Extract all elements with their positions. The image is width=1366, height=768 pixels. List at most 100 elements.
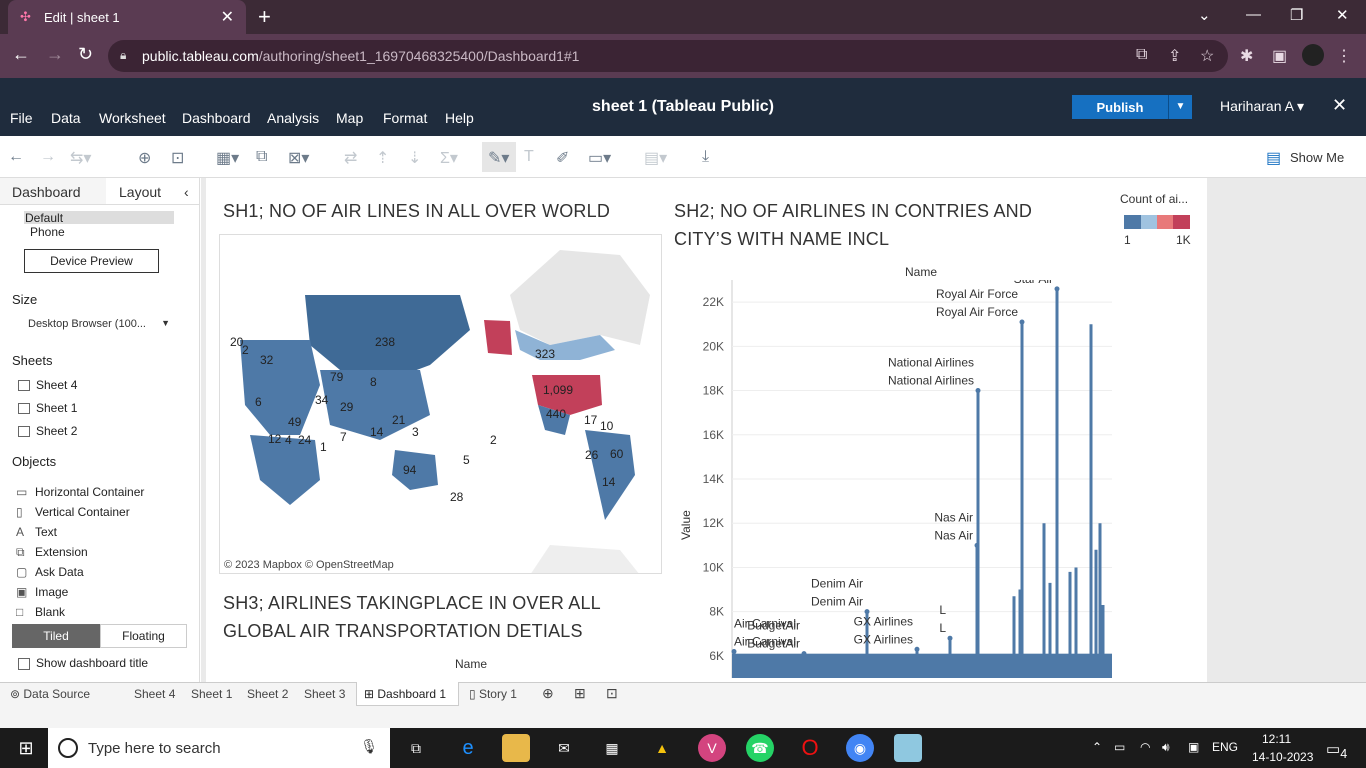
swap-icon[interactable]: ⇄ [344,148,357,168]
opera-icon[interactable]: O [796,734,824,762]
highlight-icon[interactable]: ✎▾ [488,148,509,168]
forward-icon[interactable]: → [46,44,64,65]
volume-icon[interactable]: 🔊︎ [1162,740,1170,755]
new-tab-icon[interactable]: + [258,4,271,30]
browser-tab[interactable]: ✣ Edit | sheet 1 ✕ [8,0,246,34]
whatsapp-icon[interactable]: ☎ [746,734,774,762]
tiled-button[interactable]: Tiled [12,624,100,648]
app-icon[interactable] [894,734,922,762]
object-image[interactable]: ▣ Image [16,585,68,599]
labels-icon[interactable]: T [524,148,534,166]
close-editor-icon[interactable]: ✕ [1332,95,1347,116]
mail-icon[interactable]: ✉ [550,734,578,762]
publish-button[interactable]: Publish ▼ [1072,95,1192,119]
totals-icon[interactable]: Σ▾ [440,148,458,168]
device-default[interactable]: Default [25,211,63,225]
chrome-icon[interactable]: ◉ [846,734,874,762]
tab-dashboard[interactable]: Dashboard [12,184,81,200]
fit-icon[interactable]: ▭▾ [588,148,611,168]
duplicate-sheet-icon[interactable]: ⧉ [256,148,267,166]
microphone-icon[interactable]: 🎙︎ [360,738,378,755]
language-indicator[interactable]: ENG [1212,740,1238,754]
floating-button[interactable]: Floating [100,624,187,648]
object-text[interactable]: A Text [16,525,57,539]
windows-start-icon[interactable]: ⊞ [12,734,40,762]
tab-sheet3[interactable]: Sheet 3 [304,687,345,701]
new-worksheet-icon[interactable]: ⊕ [542,685,554,702]
tab-search-icon[interactable]: ⌄ [1198,6,1211,24]
restore-icon[interactable]: ❐ [1290,6,1303,24]
new-data-source-icon[interactable]: ⊕ [138,148,151,168]
object-blank[interactable]: □ Blank [16,605,65,619]
download-icon[interactable]: ⤓ [702,148,709,166]
file-explorer-icon[interactable] [502,734,530,762]
store-icon[interactable]: ▦ [598,734,626,762]
edge-icon[interactable]: e [454,734,482,762]
object-vertical-container[interactable]: ▯ Vertical Container [16,505,130,519]
object-extension[interactable]: ⧉ Extension [16,545,88,560]
share-icon[interactable]: ⇪ [1168,46,1181,66]
tab-sheet2[interactable]: Sheet 2 [247,687,288,701]
bookmark-star-icon[interactable]: ☆ [1200,46,1214,66]
tray-expand-icon[interactable]: ⌃ [1092,740,1102,754]
device-preview-button[interactable]: Device Preview [24,249,159,273]
google-drive-icon[interactable]: ▲ [648,734,676,762]
reload-icon[interactable]: ↻ [78,44,93,65]
clear-sheet-icon[interactable]: ⊠▾ [288,148,309,168]
new-story-icon[interactable]: ⊡ [606,685,618,702]
collapse-pane-icon[interactable]: ‹ [184,184,189,200]
close-window-icon[interactable]: ✕ [1336,6,1349,24]
task-view-icon[interactable]: ⧉ [402,734,430,762]
menu-file[interactable]: File [10,110,33,126]
close-tab-icon[interactable]: ✕ [221,7,234,27]
world-map[interactable]: 238 323 1,099 440 94 60 79 28 21 17 10 14 20 2 32 6 49 34… [219,234,662,574]
object-horizontal-container[interactable]: ▭ Horizontal Container [16,485,144,499]
minimize-icon[interactable]: — [1246,6,1261,23]
sheet-item[interactable]: Sheet 4 [18,378,77,392]
show-cards-icon[interactable]: ▤▾ [644,148,667,168]
sort-asc-icon[interactable]: ⇡ [376,148,389,168]
new-sheet-icon[interactable]: ▦▾ [216,148,239,168]
menu-dashboard[interactable]: Dashboard [182,110,251,126]
tab-layout[interactable]: Layout [119,184,161,200]
back-icon[interactable]: ← [12,44,30,65]
user-menu[interactable]: Hariharan A ▾ [1220,98,1304,115]
size-dropdown[interactable]: Desktop Browser (100... ▼ [28,318,174,330]
url-bar[interactable]: 🔒︎ public.tableau.com/authoring/sheet1_1… [108,40,1228,72]
menu-format[interactable]: Format [383,110,427,126]
show-dashboard-title-checkbox[interactable]: Show dashboard title [18,656,148,670]
browser-menu-icon[interactable]: ⋮ [1336,46,1352,66]
menu-help[interactable]: Help [445,110,474,126]
redo-icon[interactable]: → [40,148,56,166]
new-dashboard-icon[interactable]: ⊞ [574,685,586,702]
profile-avatar[interactable] [1302,44,1324,66]
undo-icon[interactable]: ← [8,148,24,166]
replay-icon[interactable]: ⇆▾ [70,148,91,168]
translate-icon[interactable]: ⧉ [1136,46,1147,64]
clock-time[interactable]: 12:11 [1262,732,1291,746]
edit-axis-icon[interactable]: ✐ [556,148,569,168]
menu-worksheet[interactable]: Worksheet [99,110,166,126]
wifi-icon[interactable]: ◠ [1140,740,1150,754]
sort-desc-icon[interactable]: ⇣ [408,148,421,168]
menu-data[interactable]: Data [51,110,81,126]
display-icon[interactable]: ▣ [1188,740,1199,754]
show-me-icon[interactable]: ▤ [1266,148,1281,168]
tab-sheet1[interactable]: Sheet 1 [191,687,232,701]
vivaldi-icon[interactable]: V [698,734,726,762]
extensions-icon[interactable]: ✱ [1240,46,1253,66]
pause-updates-icon[interactable]: ⊡ [171,148,184,168]
sh2-bar-chart[interactable]: 6K8K10K12K14K16K18K20K22KValueAir Carniv… [672,280,1132,680]
notification-icon[interactable]: ▭4 [1326,740,1347,761]
menu-analysis[interactable]: Analysis [267,110,319,126]
sheet-item[interactable]: Sheet 2 [18,424,77,438]
tab-dashboard1[interactable]: ⊞ Dashboard 1 [364,687,446,701]
tab-sheet4[interactable]: Sheet 4 [134,687,175,701]
publish-dropdown-icon[interactable]: ▼ [1168,95,1192,119]
sheet-item[interactable]: Sheet 1 [18,401,77,415]
battery-icon[interactable]: ▭ [1114,740,1125,754]
tab-data-source[interactable]: ⊚ Data Source [10,687,90,701]
side-panel-icon[interactable]: ▣ [1272,46,1287,66]
tab-story1[interactable]: ▯ Story 1 [469,687,517,701]
clock-date[interactable]: 14-10-2023 [1252,750,1313,764]
